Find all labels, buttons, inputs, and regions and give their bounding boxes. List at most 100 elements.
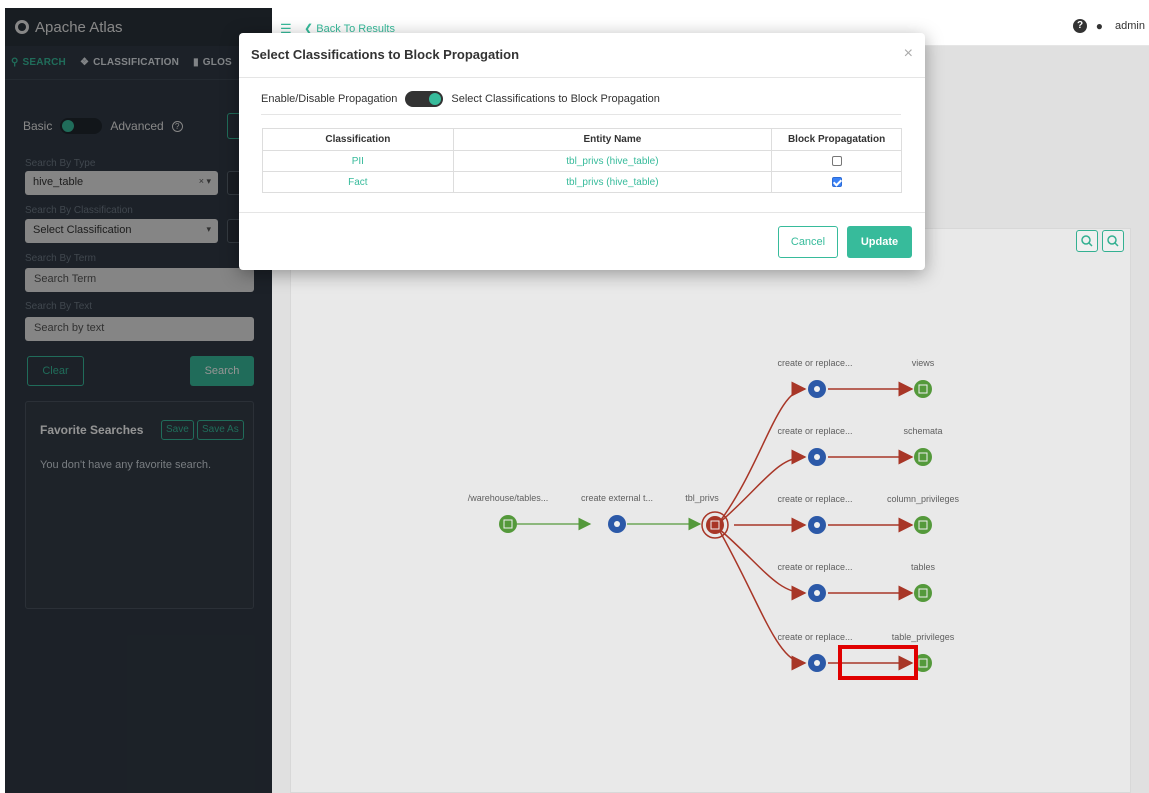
classification-label: Search By Classification <box>25 205 133 216</box>
tag-icon: ❖ <box>79 57 90 68</box>
close-icon[interactable]: × <box>904 45 913 63</box>
lineage-edge <box>717 527 807 601</box>
term-select[interactable]: Search Term <box>25 268 254 292</box>
tab-classification[interactable]: ❖ CLASSIFICATION <box>80 57 179 68</box>
table-icon <box>914 516 932 534</box>
gear-hub <box>814 660 820 666</box>
search-mode-toggle[interactable] <box>60 118 103 134</box>
node-label: /warehouse/tables... <box>468 493 549 503</box>
modal-header: Select Classifications to Block Propagat… <box>239 33 925 78</box>
sidebar-tabs: ⚲ SEARCH ❖ CLASSIFICATION ▮ GLOS <box>5 46 272 80</box>
lineage-edge <box>717 449 807 525</box>
toggle-caption: Select Classifications to Block Propagat… <box>451 93 660 105</box>
node-label: create or replace... <box>777 358 852 368</box>
highlight-annotation <box>838 645 918 680</box>
app-brand[interactable]: Apache Atlas <box>5 8 272 46</box>
table-icon <box>914 380 932 398</box>
lineage-node[interactable]: tables <box>911 562 936 602</box>
toggle-label: Enable/Disable Propagation <box>261 93 398 105</box>
lineage-node[interactable]: views <box>912 358 935 398</box>
classification-cell: Fact <box>262 171 454 193</box>
block-propagation-modal: Select Classifications to Block Propagat… <box>239 33 925 270</box>
node-label: schemata <box>903 426 942 436</box>
gear-hub <box>814 590 820 596</box>
user-name[interactable]: admin <box>1115 20 1145 32</box>
node-label: create or replace... <box>777 426 852 436</box>
search-button[interactable]: Search <box>190 356 254 386</box>
divider <box>261 114 901 115</box>
lineage-node[interactable]: create or replace... <box>777 494 853 534</box>
sidebar: Apache Atlas ⚲ SEARCH ❖ CLASSIFICATION ▮… <box>5 8 272 793</box>
node-label: tbl_privs <box>685 493 719 503</box>
block-checkbox-checked[interactable] <box>831 176 842 187</box>
help-icon[interactable]: ? <box>171 120 183 132</box>
clear-caret-icon[interactable]: × ▾ <box>199 176 211 187</box>
type-select-value: hive_table <box>33 176 84 188</box>
lineage-node[interactable]: column_privileges <box>887 494 960 534</box>
node-label: create or replace... <box>777 562 852 572</box>
node-label: create or replace... <box>777 494 852 504</box>
type-label: Search By Type <box>25 158 96 169</box>
block-checkbox[interactable] <box>831 155 842 166</box>
globe-icon <box>15 20 29 34</box>
save-as-button[interactable]: Save As <box>197 420 244 440</box>
column-header: Block Propagatation <box>771 128 902 151</box>
gear-hub <box>814 522 820 528</box>
node-label: tables <box>911 562 936 572</box>
node-label: create or replace... <box>777 632 852 642</box>
tab-search[interactable]: ⚲ SEARCH <box>11 57 66 68</box>
lineage-edge <box>717 527 807 671</box>
save-button[interactable]: Save <box>161 420 194 440</box>
search-text-input[interactable]: Search by text <box>25 317 254 341</box>
block-checkbox-cell <box>771 150 902 172</box>
type-select[interactable]: hive_table × ▾ <box>25 171 218 195</box>
propagation-toggle[interactable] <box>405 91 444 107</box>
favorites-title: Favorite Searches <box>40 423 144 437</box>
lineage-node[interactable]: create or replace... <box>777 562 853 602</box>
entity-name-link[interactable]: tbl_privs (hive_table) <box>452 171 773 193</box>
search-icon: ⚲ <box>11 57 19 68</box>
table-icon <box>914 448 932 466</box>
text-label: Search By Text <box>25 301 93 312</box>
column-header: Entity Name <box>452 128 773 151</box>
term-label: Search By Term <box>25 253 96 264</box>
cancel-button[interactable]: Cancel <box>778 226 838 258</box>
entity-name-link[interactable]: tbl_privs (hive_table) <box>452 150 773 172</box>
lineage-node[interactable]: /warehouse/tables... <box>468 493 549 533</box>
node-label: views <box>912 358 935 368</box>
tab-glossary[interactable]: ▮ GLOS <box>193 57 232 68</box>
favorite-searches-panel: Favorite Searches Save Save As You don't… <box>25 401 254 609</box>
table-icon <box>706 516 724 534</box>
gear-hub <box>814 454 820 460</box>
search-mode-row: Basic Advanced ? <box>23 118 183 134</box>
gear-hub <box>814 386 820 392</box>
lineage-node[interactable]: create or replace... <box>777 358 853 398</box>
classification-table: Classification Entity Name Block Propaga… <box>262 128 902 193</box>
folder-icon: ▮ <box>193 57 199 68</box>
lineage-node[interactable]: create external t... <box>581 493 653 533</box>
question-icon[interactable]: ? <box>1073 19 1087 33</box>
favorites-empty-text: You don't have any favorite search. <box>40 459 212 471</box>
toggle-knob <box>429 93 442 105</box>
classification-placeholder: Select Classification <box>33 224 132 236</box>
user-icon[interactable]: ● <box>1096 19 1103 33</box>
toggle-knob <box>62 120 75 132</box>
chevron-down-icon: ▾ <box>206 224 211 234</box>
column-header: Classification <box>262 128 454 151</box>
search-text-placeholder: Search by text <box>34 322 105 334</box>
update-button[interactable]: Update <box>847 226 912 258</box>
classification-cell: PII <box>262 150 454 172</box>
table-row: Fact tbl_privs (hive_table) <box>262 171 902 193</box>
gear-hub <box>614 521 620 527</box>
advanced-label: Advanced <box>110 119 164 133</box>
clear-button[interactable]: Clear <box>27 356 84 386</box>
propagation-toggle-row: Enable/Disable Propagation Select Classi… <box>261 91 660 107</box>
table-row: PII tbl_privs (hive_table) <box>262 150 902 172</box>
app-title: Apache Atlas <box>35 18 123 36</box>
modal-title: Select Classifications to Block Propagat… <box>251 47 520 62</box>
block-checkbox-cell <box>771 171 902 193</box>
classification-select[interactable]: Select Classification ▾ <box>25 219 218 243</box>
node-label: column_privileges <box>887 494 960 504</box>
lineage-node[interactable]: schemata <box>903 426 943 466</box>
node-label: create external t... <box>581 493 653 503</box>
